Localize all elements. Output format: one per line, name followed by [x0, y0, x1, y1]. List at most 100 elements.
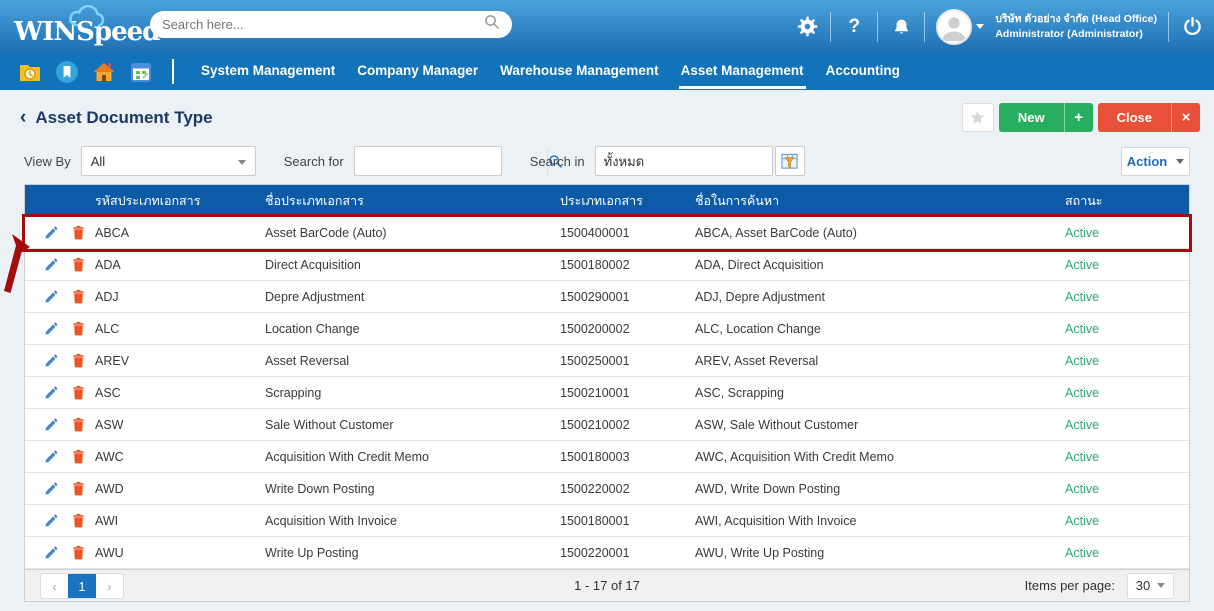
- separator: [924, 12, 925, 42]
- filter-funnel-icon[interactable]: [775, 146, 805, 176]
- edit-pencil-icon[interactable]: [44, 353, 59, 369]
- delete-trash-icon[interactable]: [72, 449, 87, 465]
- row-search-name: ASC, Scrapping: [695, 386, 1065, 400]
- delete-trash-icon[interactable]: [72, 481, 87, 497]
- global-search-input[interactable]: [162, 17, 484, 32]
- separator: [1168, 12, 1169, 42]
- user-menu[interactable]: [936, 9, 984, 45]
- close-button[interactable]: Close ×: [1098, 103, 1200, 132]
- row-name: Depre Adjustment: [265, 290, 560, 304]
- notifications-bell-icon[interactable]: [889, 15, 913, 39]
- edit-pencil-icon[interactable]: [44, 417, 59, 433]
- edit-pencil-icon[interactable]: [44, 513, 59, 529]
- row-doc-number: 1500250001: [560, 354, 695, 368]
- row-code: ABCA: [95, 226, 265, 240]
- delete-trash-icon[interactable]: [72, 321, 87, 337]
- delete-trash-icon[interactable]: [72, 417, 87, 433]
- delete-trash-icon[interactable]: [72, 257, 87, 273]
- row-search-name: AWC, Acquisition With Credit Memo: [695, 450, 1065, 464]
- column-status[interactable]: สถานะ: [1065, 191, 1189, 211]
- row-actions: [25, 417, 95, 433]
- table-row[interactable]: AWI Acquisition With Invoice 1500180001 …: [25, 505, 1189, 537]
- row-doc-number: 1500220002: [560, 482, 695, 496]
- delete-trash-icon[interactable]: [72, 385, 87, 401]
- table-row[interactable]: ADJ Depre Adjustment 1500290001 ADJ, Dep…: [25, 281, 1189, 313]
- table-row[interactable]: AWD Write Down Posting 1500220002 AWD, W…: [25, 473, 1189, 505]
- edit-pencil-icon[interactable]: [44, 481, 59, 497]
- favorite-star-button[interactable]: [962, 103, 994, 132]
- row-code: ADA: [95, 258, 265, 272]
- edit-pencil-icon[interactable]: [44, 449, 59, 465]
- table-row[interactable]: ADA Direct Acquisition 1500180002 ADA, D…: [25, 249, 1189, 281]
- row-status: Active: [1065, 450, 1189, 464]
- power-logout-icon[interactable]: [1180, 15, 1204, 39]
- column-name[interactable]: ชื่อประเภทเอกสาร: [265, 191, 560, 211]
- search-for-input[interactable]: [355, 147, 547, 175]
- table-row[interactable]: AWU Write Up Posting 1500220001 AWU, Wri…: [25, 537, 1189, 569]
- next-page-button[interactable]: ›: [96, 574, 123, 598]
- prev-page-button[interactable]: ‹: [41, 574, 68, 598]
- row-code: AREV: [95, 354, 265, 368]
- logo[interactable]: WINSpeed: [14, 7, 146, 47]
- items-per-page: Items per page: 30: [1025, 573, 1174, 599]
- row-search-name: ALC, Location Change: [695, 322, 1065, 336]
- bookmark-icon[interactable]: [55, 60, 79, 84]
- nav-item-company-manager[interactable]: Company Manager: [346, 53, 489, 90]
- nav-item-system-management[interactable]: System Management: [190, 53, 346, 90]
- nav-item-asset-management[interactable]: Asset Management: [670, 53, 815, 90]
- action-dropdown[interactable]: Action: [1121, 147, 1190, 176]
- table-row[interactable]: ALC Location Change 1500200002 ALC, Loca…: [25, 313, 1189, 345]
- delete-trash-icon[interactable]: [72, 353, 87, 369]
- user-avatar[interactable]: [936, 9, 972, 45]
- delete-trash-icon[interactable]: [72, 545, 87, 561]
- row-actions: [25, 449, 95, 465]
- edit-pencil-icon[interactable]: [44, 385, 59, 401]
- new-button[interactable]: New +: [999, 103, 1093, 132]
- row-search-name: AWU, Write Up Posting: [695, 546, 1065, 560]
- table-row[interactable]: ASW Sale Without Customer 1500210002 ASW…: [25, 409, 1189, 441]
- table-row[interactable]: ABCA Asset BarCode (Auto) 1500400001 ABC…: [25, 217, 1189, 249]
- column-doc-type[interactable]: ประเภทเอกสาร: [560, 191, 695, 211]
- edit-pencil-icon[interactable]: [44, 545, 59, 561]
- search-for-box: [354, 146, 502, 176]
- table-row[interactable]: AREV Asset Reversal 1500250001 AREV, Ass…: [25, 345, 1189, 377]
- nav-item-warehouse-management[interactable]: Warehouse Management: [489, 53, 670, 90]
- edit-pencil-icon[interactable]: [44, 257, 59, 273]
- settings-gear-icon[interactable]: [795, 15, 819, 39]
- home-icon[interactable]: [92, 60, 116, 84]
- column-code[interactable]: รหัสประเภทเอกสาร: [95, 191, 265, 211]
- edit-pencil-icon[interactable]: [44, 289, 59, 305]
- row-doc-number: 1500210002: [560, 418, 695, 432]
- plus-icon[interactable]: +: [1064, 103, 1093, 132]
- history-folder-icon[interactable]: [18, 60, 42, 84]
- row-name: Write Down Posting: [265, 482, 560, 496]
- edit-pencil-icon[interactable]: [44, 321, 59, 337]
- row-doc-number: 1500200002: [560, 322, 695, 336]
- table-row[interactable]: AWC Acquisition With Credit Memo 1500180…: [25, 441, 1189, 473]
- close-x-icon[interactable]: ×: [1171, 103, 1200, 132]
- edit-pencil-icon[interactable]: [44, 225, 59, 241]
- items-per-page-select[interactable]: 30: [1127, 573, 1174, 599]
- nav-item-accounting[interactable]: Accounting: [815, 53, 911, 90]
- main-nav: System Management Company Manager Wareho…: [0, 53, 1214, 90]
- delete-trash-icon[interactable]: [72, 225, 87, 241]
- calendar-icon[interactable]: [129, 60, 153, 84]
- search-in-input[interactable]: [596, 147, 788, 175]
- row-name: Acquisition With Credit Memo: [265, 450, 560, 464]
- row-status: Active: [1065, 354, 1189, 368]
- row-search-name: AREV, Asset Reversal: [695, 354, 1065, 368]
- search-icon[interactable]: [484, 14, 500, 35]
- page-number-button[interactable]: 1: [68, 574, 96, 598]
- row-code: ADJ: [95, 290, 265, 304]
- delete-trash-icon[interactable]: [72, 289, 87, 305]
- back-chevron-icon[interactable]: ‹: [20, 107, 26, 129]
- global-search[interactable]: [150, 11, 512, 38]
- cloud-icon: [66, 5, 110, 36]
- view-by-select[interactable]: All: [81, 146, 256, 176]
- separator: [877, 12, 878, 42]
- column-search-name[interactable]: ชื่อในการค้นหา: [695, 191, 1065, 211]
- page-title: Asset Document Type: [35, 108, 212, 128]
- delete-trash-icon[interactable]: [72, 513, 87, 529]
- table-row[interactable]: ASC Scrapping 1500210001 ASC, Scrapping …: [25, 377, 1189, 409]
- help-icon[interactable]: ?: [842, 15, 866, 39]
